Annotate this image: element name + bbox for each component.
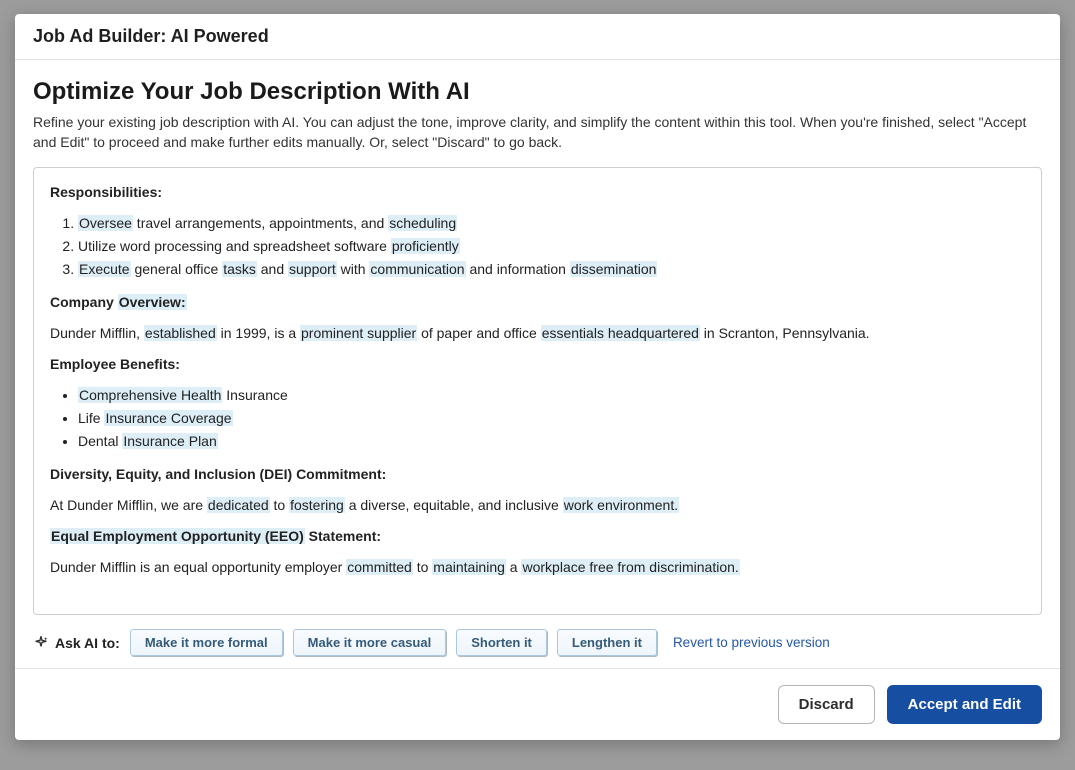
modal-title: Job Ad Builder: AI Powered: [33, 26, 1042, 47]
shorten-button[interactable]: Shorten it: [456, 629, 547, 656]
company-overview-heading: Company Overview:: [50, 294, 187, 310]
modal-body: Optimize Your Job Description With AI Re…: [15, 60, 1060, 668]
ai-optimize-modal: Job Ad Builder: AI Powered Optimize Your…: [15, 14, 1060, 740]
sparkle-icon: [33, 635, 49, 651]
intro-text: Refine your existing job description wit…: [33, 112, 1042, 153]
revert-link[interactable]: Revert to previous version: [673, 635, 830, 650]
make-formal-button[interactable]: Make it more formal: [130, 629, 283, 656]
ai-actions-row: Ask AI to: Make it more formal Make it m…: [33, 615, 1042, 668]
list-item: Dental Insurance Plan: [78, 431, 1025, 452]
benefits-list: Comprehensive Health Insurance Life Insu…: [78, 385, 1025, 452]
make-casual-button[interactable]: Make it more casual: [293, 629, 447, 656]
eeo-heading: Equal Employment Opportunity (EEO) State…: [50, 528, 381, 544]
modal-footer: Discard Accept and Edit: [15, 668, 1060, 740]
company-overview-text: Dunder Mifflin, established in 1999, is …: [50, 323, 1025, 344]
responsibilities-heading: Responsibilities:: [50, 184, 162, 200]
dei-heading: Diversity, Equity, and Inclusion (DEI) C…: [50, 466, 386, 482]
discard-button[interactable]: Discard: [778, 685, 875, 724]
responsibilities-list: Oversee travel arrangements, appointment…: [78, 213, 1025, 280]
accept-edit-button[interactable]: Accept and Edit: [887, 685, 1042, 724]
ai-label-group: Ask AI to:: [33, 635, 120, 651]
list-item: Comprehensive Health Insurance: [78, 385, 1025, 406]
eeo-text: Dunder Mifflin is an equal opportunity e…: [50, 557, 1025, 578]
lengthen-button[interactable]: Lengthen it: [557, 629, 657, 656]
list-item: Utilize word processing and spreadsheet …: [78, 236, 1025, 257]
job-description-content[interactable]: Responsibilities: Oversee travel arrange…: [33, 167, 1042, 615]
list-item: Life Insurance Coverage: [78, 408, 1025, 429]
benefits-heading: Employee Benefits:: [50, 356, 180, 372]
dei-text: At Dunder Mifflin, we are dedicated to f…: [50, 495, 1025, 516]
ask-ai-label: Ask AI to:: [55, 635, 120, 651]
list-item: Execute general office tasks and support…: [78, 259, 1025, 280]
intro-heading: Optimize Your Job Description With AI: [33, 78, 1042, 106]
list-item: Oversee travel arrangements, appointment…: [78, 213, 1025, 234]
modal-header: Job Ad Builder: AI Powered: [15, 14, 1060, 60]
